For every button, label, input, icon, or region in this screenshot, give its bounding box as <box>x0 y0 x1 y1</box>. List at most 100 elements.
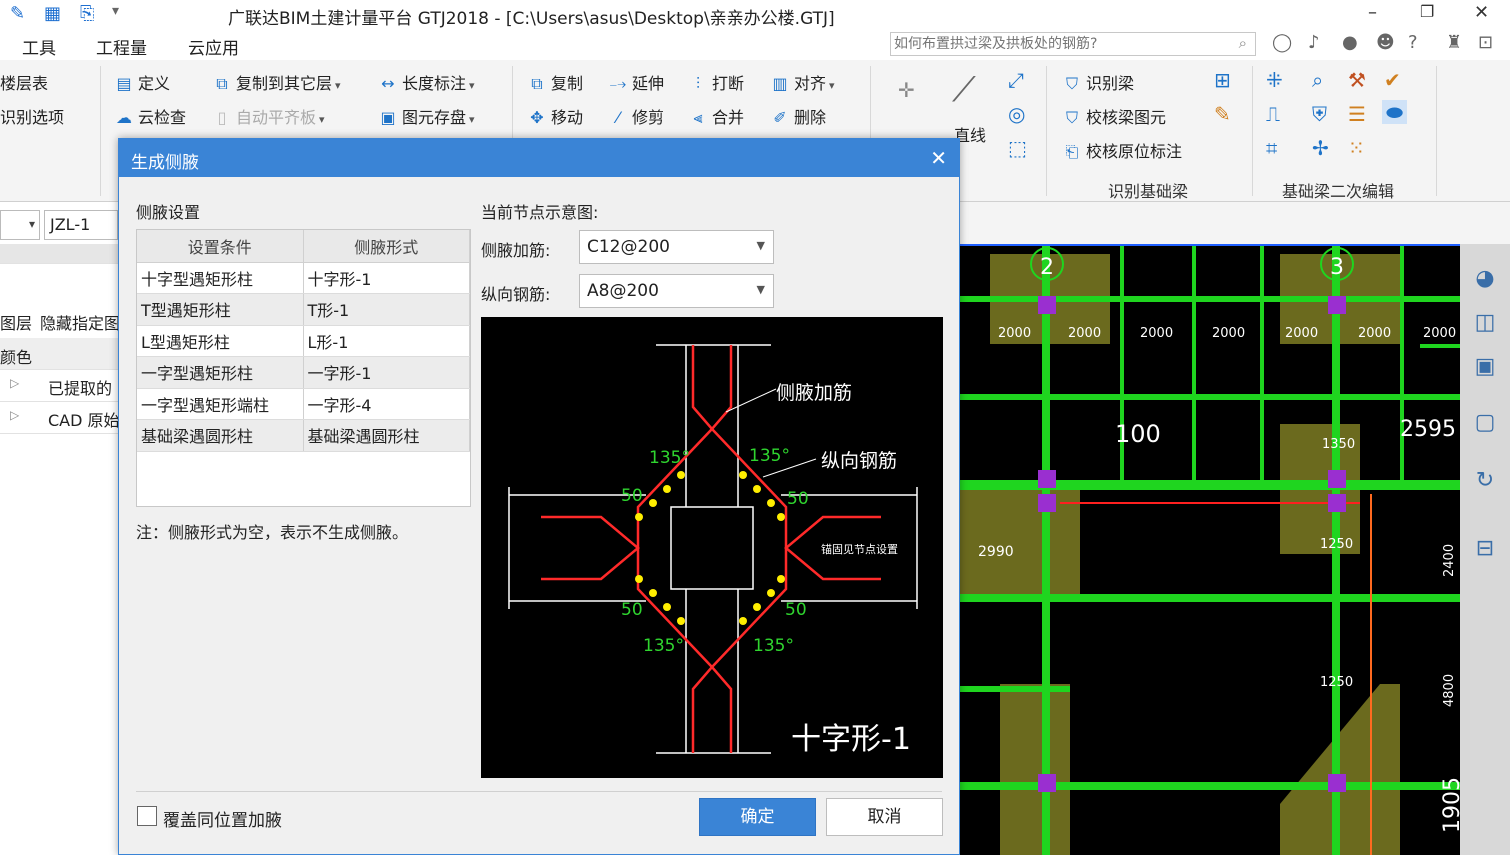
circle-icon[interactable]: ◎ <box>1008 102 1025 126</box>
element-save-button[interactable]: ▣ 图元存盘 ▾ <box>378 104 474 128</box>
beam-table-icon[interactable]: ⊞ <box>1214 68 1231 92</box>
expand-icon[interactable]: ▷ <box>10 408 19 422</box>
user-icon[interactable]: ◯ <box>1272 32 1292 53</box>
anchor-icon[interactable]: ✢ <box>1312 136 1329 160</box>
edit-icon[interactable]: ✎ <box>10 3 25 24</box>
chat-icon[interactable]: ● <box>1342 32 1358 53</box>
dots-grid-icon[interactable]: ⁙ <box>1348 136 1365 160</box>
menu-quantity[interactable]: 工程量 <box>96 34 147 59</box>
point-icon[interactable]: ✛ <box>898 78 915 102</box>
delete-button[interactable]: ✐ 删除 <box>770 104 826 128</box>
table-row[interactable]: L型遇矩形柱 L形-1 <box>137 325 470 357</box>
tree-row[interactable]: ▷ 已提取的 <box>0 370 118 402</box>
line-draw-icon[interactable]: ⟋ <box>952 70 976 110</box>
define-button[interactable]: ▤ 定义 <box>114 70 170 94</box>
menu-cloud[interactable]: 云应用 <box>188 34 239 59</box>
search-icon[interactable]: ⌕ <box>1239 34 1247 52</box>
close-button[interactable]: ✕ <box>1474 2 1489 23</box>
service-icon[interactable]: ☻ <box>1376 32 1395 53</box>
title-bar: ✎ ▦ ⎘ ▾ 广联达BIM土建计量平台 GTJ2018 - [C:\Users… <box>0 0 1510 30</box>
search-beam-icon[interactable]: ⌕ <box>1312 68 1323 92</box>
check-icon[interactable]: ✔ <box>1384 68 1401 92</box>
length-dim-label: 长度标注 <box>402 74 467 93</box>
extend-button[interactable]: ⤍ 延伸 <box>608 70 664 94</box>
dim-label: 1905 <box>1440 777 1460 833</box>
merge-button[interactable]: ⫷ 合并 <box>688 104 744 128</box>
rect-icon[interactable]: ⬚ <box>1008 136 1027 160</box>
layout-icon[interactable]: ⊟ <box>1466 530 1504 568</box>
dialog-close-button[interactable]: ✕ <box>930 146 947 170</box>
tree-row[interactable]: ▷ CAD 原始 <box>0 402 120 434</box>
move-button[interactable]: ✥ 移动 <box>527 104 583 128</box>
stairs-icon[interactable]: ⌗ <box>1266 136 1277 160</box>
pencil-icon[interactable]: ✎ <box>1214 102 1231 126</box>
minimize-button[interactable]: – <box>1368 2 1377 23</box>
skin-icon[interactable]: ♜ <box>1446 32 1462 53</box>
auto-level-slab-button[interactable]: ▯ 自动平齐板 ▾ <box>212 104 325 128</box>
form-cell[interactable]: T形-1 <box>303 293 470 326</box>
chevron-down-icon: ▼ <box>756 239 765 252</box>
align-button[interactable]: ▥ 对齐 ▾ <box>770 70 834 94</box>
help-icon[interactable]: ? <box>1408 32 1418 53</box>
export-icon[interactable]: ⎘ <box>80 3 94 24</box>
restore-button[interactable]: ❐ <box>1420 2 1434 21</box>
cloud-check-button[interactable]: ☁ 云检查 <box>114 104 186 128</box>
dim-label: 2000 <box>1358 326 1391 341</box>
grid-edit-icon[interactable]: ⁜ <box>1266 68 1283 92</box>
cube-icon[interactable]: ▣ <box>1466 348 1504 386</box>
long-rebar-select[interactable]: A8@200 ▼ <box>579 274 774 308</box>
3d-view-icon[interactable]: ◫ <box>1466 304 1504 342</box>
component-name-field[interactable]: JZL-1 <box>44 210 118 240</box>
menu-tools[interactable]: 工具 <box>22 34 56 59</box>
label-check-icon: ⎗ <box>1065 142 1079 161</box>
check-original-label-button[interactable]: ⎗ 校核原位标注 <box>1062 138 1182 162</box>
help-search-input[interactable] <box>891 33 1221 55</box>
form-cell[interactable]: 十字形-1 <box>303 262 470 294</box>
form-cell[interactable]: L形-1 <box>303 325 470 357</box>
bell-icon[interactable]: ♪ <box>1308 32 1320 53</box>
table-row[interactable]: T型遇矩形柱 T形-1 <box>137 293 470 326</box>
axis-line <box>960 244 1460 246</box>
drawing-canvas[interactable]: 2 3 2000 2000 2000 2000 2000 2000 2000 1… <box>960 244 1460 855</box>
haunch-rebar-select[interactable]: C12@200 ▼ <box>579 230 774 264</box>
form-cell[interactable]: 基础梁遇圆形柱 <box>303 419 470 452</box>
copy-button[interactable]: ⧉ 复制 <box>527 70 583 94</box>
filter-icon: ⛉ <box>1065 74 1078 93</box>
polyline-icon[interactable]: ⤢ <box>1008 68 1024 92</box>
anchor-note: 锚固见节点设置 <box>821 542 898 556</box>
expand-icon[interactable]: ▷ <box>10 376 19 390</box>
floor-table-button[interactable]: 楼层表 <box>0 70 48 94</box>
break-button[interactable]: ⫶ 打断 <box>688 70 744 94</box>
quick-access-dropdown-icon[interactable]: ▾ <box>112 3 119 19</box>
form-cell[interactable]: 一字形-4 <box>303 388 470 420</box>
check-beam-element-button[interactable]: ⛉ 校核梁图元 <box>1062 104 1166 128</box>
component-type-select[interactable]: ▾ <box>0 210 40 240</box>
trim-button[interactable]: ⁄ 修剪 <box>608 104 664 128</box>
table-row[interactable]: 十字型遇矩形柱 十字形-1 <box>137 262 470 294</box>
checkbox-box[interactable] <box>137 806 157 826</box>
copy-to-floor-button[interactable]: ⧉ 复制到其它层 ▾ <box>212 70 340 94</box>
dimension-icon: ↔ <box>381 74 395 93</box>
grid-icon[interactable]: ▦ <box>44 3 61 24</box>
table-row[interactable]: 基础梁遇圆形柱 基础梁遇圆形柱 <box>137 419 470 452</box>
haunch-icon[interactable]: ⬬ <box>1382 100 1408 124</box>
length-dimension-button[interactable]: ↔ 长度标注 ▾ <box>378 70 474 94</box>
collapse-ribbon-icon[interactable]: ⊡ <box>1478 32 1493 53</box>
layer-icon[interactable]: ⎍ <box>1266 102 1280 126</box>
shield-icon[interactable]: ⛨ <box>1312 102 1327 126</box>
identify-options-button[interactable]: 识别选项 <box>0 104 64 128</box>
tools-icon[interactable]: ⚒ <box>1348 68 1366 92</box>
color-label: 颜色 <box>0 348 33 367</box>
cancel-button[interactable]: 取消 <box>826 798 943 836</box>
identify-beam-button[interactable]: ⛉ 识别梁 <box>1062 70 1134 94</box>
grid-label-2: 2 <box>1040 255 1054 280</box>
hide-specified-label[interactable]: 隐藏指定图 <box>40 310 120 334</box>
form-cell[interactable]: 一字形-1 <box>303 356 470 389</box>
rotate-icon[interactable]: ↻ <box>1466 462 1504 500</box>
table-row[interactable]: 一字型遇矩形柱 一字形-1 <box>137 356 470 389</box>
table-icon[interactable]: ☰ <box>1348 102 1366 126</box>
globe-icon[interactable]: ◕ <box>1466 260 1504 298</box>
ok-button[interactable]: 确定 <box>699 798 816 836</box>
table-row[interactable]: 一字型遇矩形端柱 一字形-4 <box>137 388 470 420</box>
box-icon[interactable]: ▢ <box>1466 404 1504 442</box>
